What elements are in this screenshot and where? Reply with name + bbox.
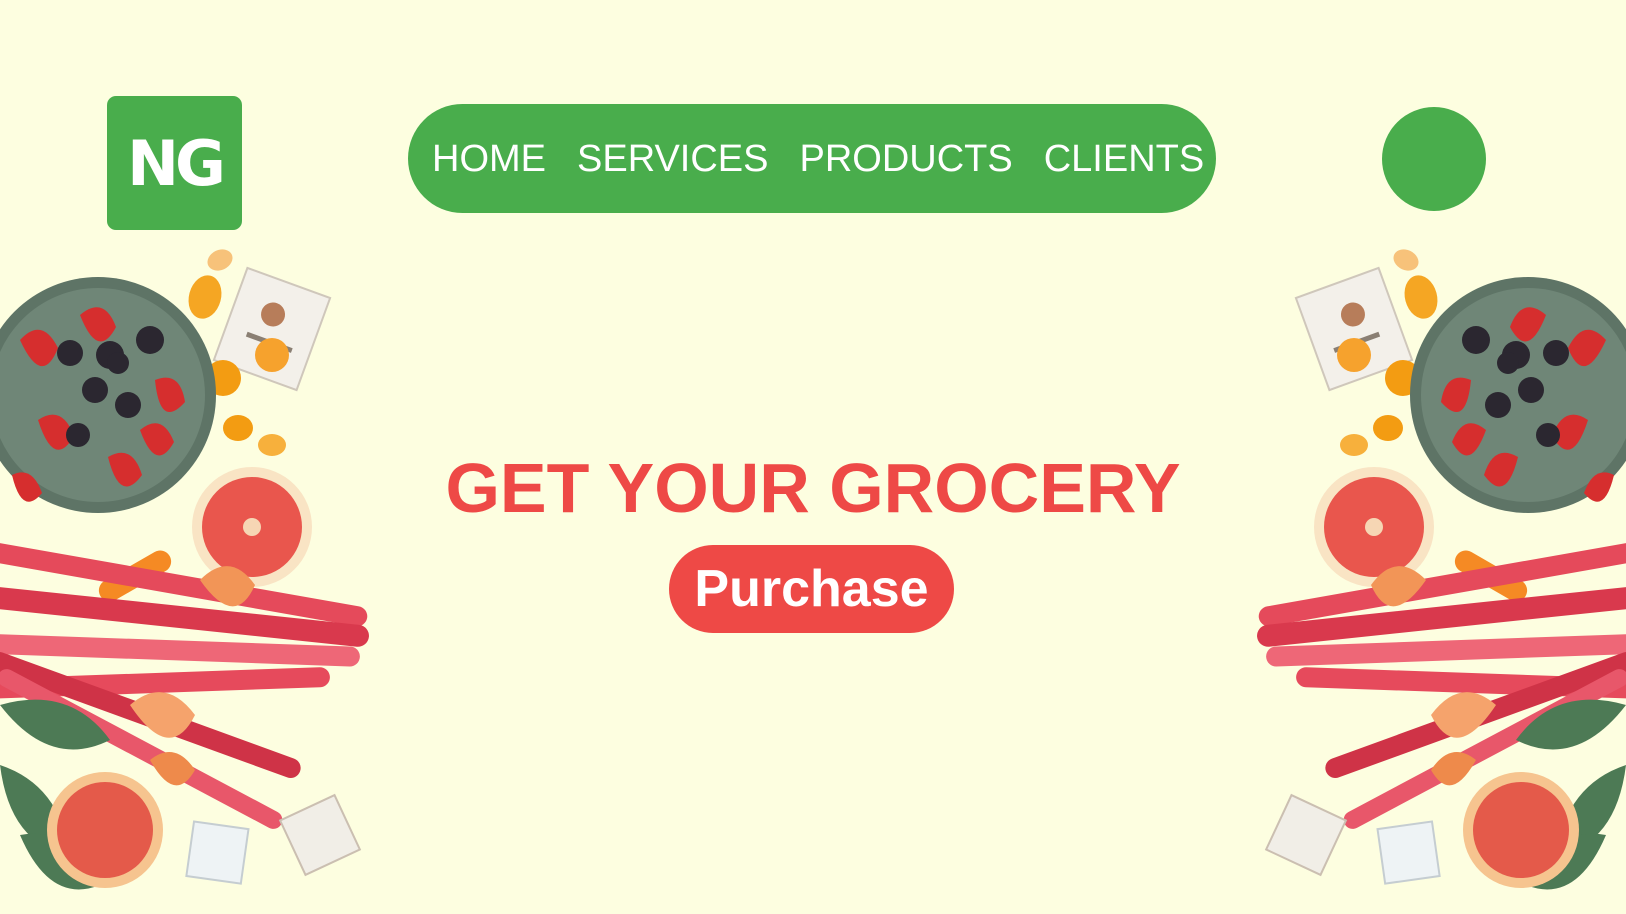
- purchase-button[interactable]: Purchase: [669, 545, 954, 633]
- brand-logo-text: NG: [127, 127, 226, 200]
- user-avatar[interactable]: [1382, 107, 1486, 211]
- produce-group: [0, 249, 369, 890]
- brand-logo[interactable]: NG: [107, 96, 242, 230]
- nav-item-home[interactable]: HOME: [432, 140, 546, 178]
- purchase-button-label: Purchase: [694, 560, 929, 618]
- nav-item-clients[interactable]: CLIENTS: [1044, 140, 1204, 178]
- landing-page: NG HOME SERVICES PRODUCTS CLIENTS GET YO…: [0, 0, 1626, 914]
- produce-illustration-left: [0, 249, 369, 890]
- main-nav: HOME SERVICES PRODUCTS CLIENTS: [408, 104, 1216, 213]
- nav-item-services[interactable]: SERVICES: [577, 140, 768, 178]
- produce-group: [1257, 249, 1626, 890]
- nav-item-products[interactable]: PRODUCTS: [799, 140, 1012, 178]
- produce-illustration-right: [1257, 249, 1626, 890]
